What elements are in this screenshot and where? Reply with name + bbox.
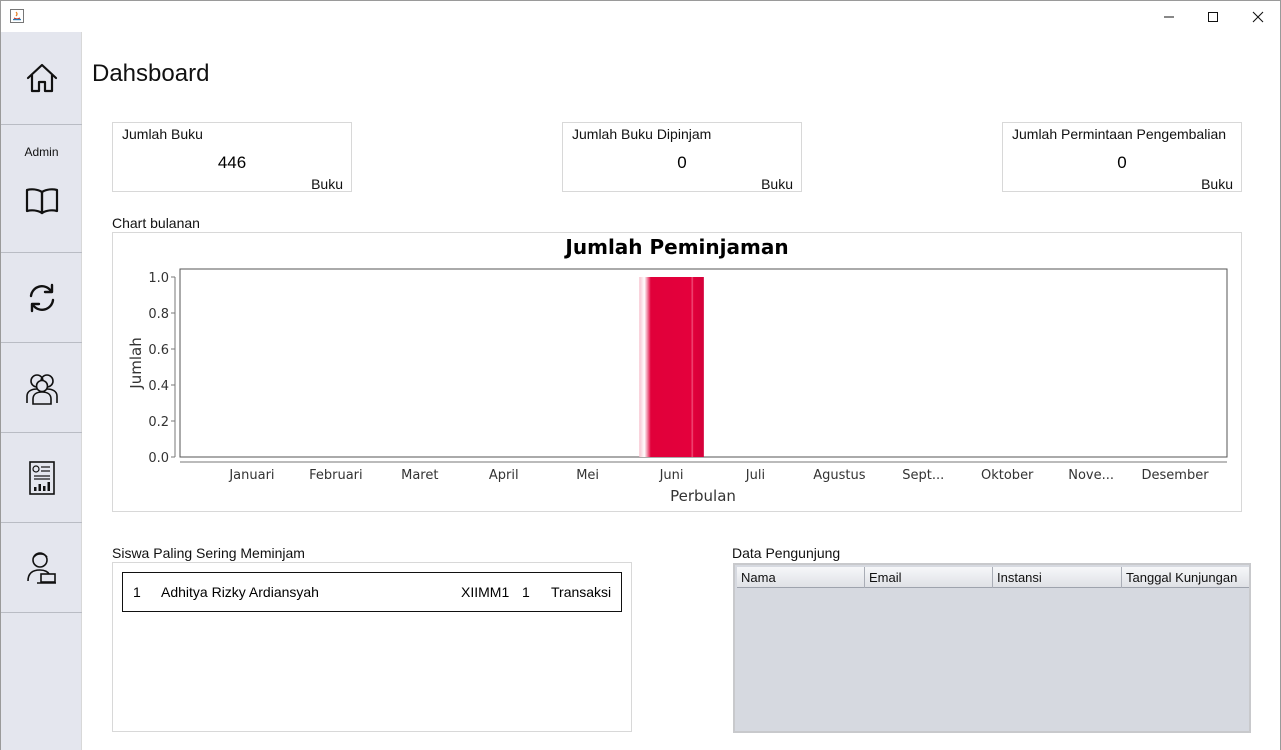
report-icon <box>28 460 55 495</box>
card-return-requests: Jumlah Permintaan Pengembalian 0 Buku <box>1002 122 1242 192</box>
visitors-table[interactable]: Nama Email Instansi Tanggal Kunjungan <box>733 563 1251 733</box>
page-title: Dahsboard <box>92 60 210 87</box>
sidebar-item-transactions[interactable] <box>1 253 82 343</box>
borrower-class: XIIMM1 <box>461 584 510 600</box>
sidebar-item-home[interactable] <box>1 32 82 125</box>
title-bar <box>1 1 1280 32</box>
card-total-books: Jumlah Buku 446 Buku <box>112 122 352 192</box>
sidebar-admin-label: Admin <box>24 145 59 159</box>
y-tick-label: 0.4 <box>148 379 169 394</box>
book-icon <box>25 188 58 215</box>
x-tick-label: Mei <box>576 468 599 483</box>
borrower-unit: Transaksi <box>551 584 612 600</box>
visitors-label: Data Pengunjung <box>732 545 841 561</box>
user-laptop-icon <box>26 551 56 584</box>
java-app-icon <box>9 8 25 24</box>
sidebar: Admin <box>1 32 82 750</box>
card-value: 0 <box>677 153 687 172</box>
sidebar-admin: Admin <box>1 125 82 173</box>
card-title: Jumlah Permintaan Pengembalian <box>1012 126 1227 142</box>
x-tick-label: Agustus <box>813 468 865 483</box>
card-title: Jumlah Buku <box>122 126 203 142</box>
minimize-button[interactable] <box>1146 1 1192 32</box>
main-content: Dahsboard Jumlah Buku 446 Buku Jumlah Bu… <box>82 32 1280 750</box>
x-tick-label: Oktober <box>981 468 1034 483</box>
chart-title: Jumlah Peminjaman <box>563 235 788 259</box>
sidebar-item-books[interactable] <box>1 173 82 253</box>
x-tick-label: Maret <box>401 468 438 483</box>
list-item[interactable]: 1 Adhitya Rizky Ardiansyah XIIMM1 1 Tran… <box>122 572 622 612</box>
card-value: 0 <box>1117 153 1127 172</box>
app-window: Admin Dahsboard Jumlah Buku 446 Buku Jum… <box>0 0 1281 750</box>
sidebar-item-reports[interactable] <box>1 433 82 523</box>
table-header: Nama Email Instansi Tanggal Kunjungan <box>737 567 1249 588</box>
borrower-name: Adhitya Rizky Ardiansyah <box>161 584 319 600</box>
y-tick-label: 0.2 <box>148 415 169 430</box>
column-header-nama[interactable]: Nama <box>737 567 865 588</box>
x-tick-label: Nove... <box>1068 468 1114 483</box>
sidebar-item-visitors[interactable] <box>1 523 82 613</box>
x-tick-label: Juli <box>745 468 765 483</box>
y-tick-label: 1.0 <box>148 271 169 286</box>
top-borrowers-label: Siswa Paling Sering Meminjam <box>112 545 305 561</box>
card-unit: Buku <box>1201 176 1233 192</box>
refresh-icon <box>29 283 54 312</box>
users-icon <box>25 373 58 405</box>
x-tick-label: Sept... <box>902 468 944 483</box>
chart-section-label: Chart bulanan <box>112 215 200 231</box>
x-axis-label: Perbulan <box>670 487 736 505</box>
y-tick-label: 0.8 <box>148 307 169 322</box>
minimize-icon <box>1164 16 1174 17</box>
borrower-rank: 1 <box>133 584 141 600</box>
maximize-icon <box>1208 11 1218 22</box>
x-tick-label: Desember <box>1142 468 1210 483</box>
x-tick-label: April <box>489 468 519 483</box>
top-borrowers-list: 1 Adhitya Rizky Ardiansyah XIIMM1 1 Tran… <box>112 562 632 732</box>
y-axis-label: Jumlah <box>127 337 145 389</box>
close-button[interactable] <box>1235 1 1281 32</box>
y-tick-label: 0.0 <box>148 451 169 466</box>
borrower-count: 1 <box>522 584 530 600</box>
card-unit: Buku <box>761 176 793 192</box>
x-tick-label: Februari <box>309 468 363 483</box>
maximize-button[interactable] <box>1190 1 1236 32</box>
card-value: 446 <box>217 153 247 172</box>
chart-bar <box>639 277 704 457</box>
column-header-email[interactable]: Email <box>865 567 993 588</box>
home-icon <box>26 63 57 93</box>
card-unit: Buku <box>311 176 343 192</box>
monthly-chart-panel: Jumlah Peminjaman 0.0 0.2 0.4 0.6 0.8 1.0 Janua… <box>112 232 1242 512</box>
x-tick-label: Januari <box>228 468 274 483</box>
y-tick-label: 0.6 <box>148 343 169 358</box>
monthly-chart: Jumlah Peminjaman 0.0 0.2 0.4 0.6 0.8 1.0 Janua… <box>127 235 1228 505</box>
x-tick-label: Juni <box>659 468 684 483</box>
column-header-tanggal-kunjungan[interactable]: Tanggal Kunjungan <box>1122 567 1249 588</box>
card-title: Jumlah Buku Dipinjam <box>572 126 712 142</box>
close-icon <box>1252 11 1264 22</box>
sidebar-item-members[interactable] <box>1 343 82 433</box>
card-borrowed-books: Jumlah Buku Dipinjam 0 Buku <box>562 122 802 192</box>
column-header-instansi[interactable]: Instansi <box>993 567 1122 588</box>
